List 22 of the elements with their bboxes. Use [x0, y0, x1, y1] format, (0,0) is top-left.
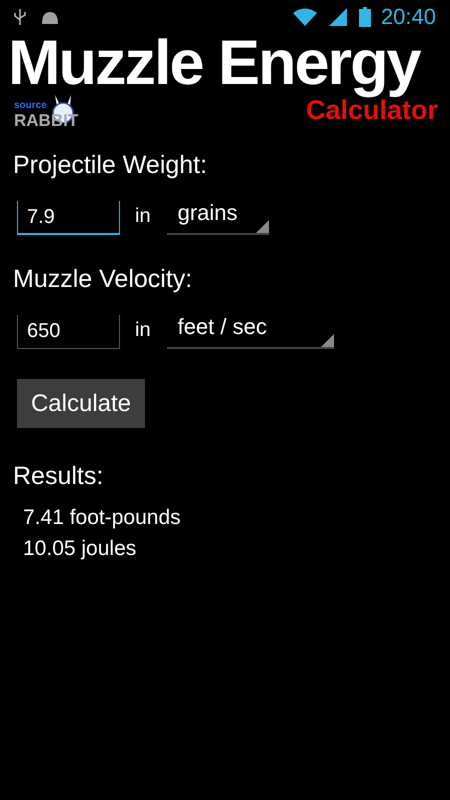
number-field[interactable]: 7.9: [17, 201, 120, 235]
logo-text: source: [14, 101, 47, 111]
dropdown-corner-icon: [256, 220, 269, 233]
wifi-icon: [292, 8, 317, 26]
field-label: Muzzle Velocity:: [13, 264, 194, 295]
dropdown-corner-icon: [320, 334, 334, 347]
unit-dropdown[interactable]: feet / sec: [166, 311, 334, 349]
connector-text: in: [135, 318, 151, 343]
clock: 20:40: [380, 3, 436, 31]
app-subtitle: Calculator: [306, 97, 438, 124]
number-field[interactable]: 650: [17, 315, 120, 349]
battery-icon: [358, 6, 371, 26]
result-text: 7.41 foot-pounds: [23, 505, 182, 531]
connector-text: in: [135, 204, 151, 229]
field-label: Projectile Weight:: [13, 150, 208, 181]
calculate-button[interactable]: Calculate: [17, 379, 145, 428]
usb-icon: [14, 8, 26, 24]
signal-icon: [328, 8, 347, 26]
logo-text: RABBIT: [14, 112, 78, 129]
unit-dropdown[interactable]: grains: [166, 197, 269, 235]
result-text: 10.05 joules: [23, 536, 138, 562]
results-heading: Results:: [13, 461, 104, 492]
